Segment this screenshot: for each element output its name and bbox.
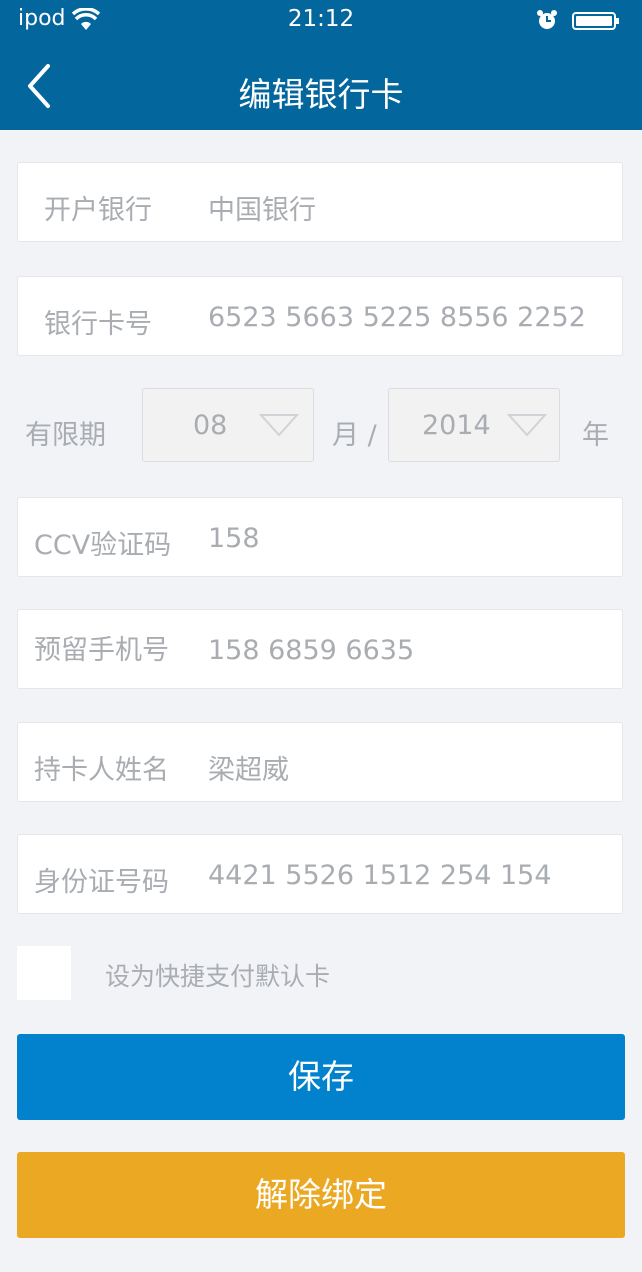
save-button[interactable]: 保存: [17, 1034, 625, 1120]
bank-field[interactable]: 开户银行 中国银行: [17, 162, 623, 242]
id-number-field[interactable]: 身份证号码 4421 5526 1512 254 154: [17, 834, 623, 914]
triangle-down-icon: [507, 414, 547, 437]
expiry-label: 有限期: [25, 420, 106, 451]
status-bar: ipod 21:12: [0, 0, 642, 44]
expiry-year-value: 2014: [422, 410, 491, 441]
holder-value: 梁超威: [208, 755, 289, 786]
triangle-down-icon: [259, 414, 299, 437]
ccv-value: 158: [208, 523, 260, 554]
default-card-label: 设为快捷支付默认卡: [105, 962, 331, 991]
holder-label: 持卡人姓名: [34, 755, 169, 786]
month-unit: 月 /: [332, 420, 377, 451]
card-number-label: 银行卡号: [44, 309, 152, 340]
id-number-value: 4421 5526 1512 254 154: [208, 860, 552, 891]
year-unit: 年: [582, 420, 609, 451]
card-number-field[interactable]: 银行卡号 6523 5663 5225 8556 2252: [17, 276, 623, 356]
header: ipod 21:12 编辑银行卡: [0, 0, 642, 130]
expiry-month-value: 08: [193, 410, 228, 441]
holder-field[interactable]: 持卡人姓名 梁超威: [17, 722, 623, 802]
expiry-year-select[interactable]: 2014: [388, 388, 560, 462]
expiry-month-select[interactable]: 08: [142, 388, 314, 462]
ccv-label: CCV验证码: [34, 530, 172, 561]
bank-label: 开户银行: [44, 195, 152, 226]
phone-field[interactable]: 预留手机号 158 6859 6635: [17, 609, 623, 689]
card-number-value: 6523 5663 5225 8556 2252: [208, 302, 586, 333]
alarm-icon: [537, 10, 557, 29]
default-card-checkbox[interactable]: [17, 946, 71, 1000]
unbind-button[interactable]: 解除绑定: [17, 1152, 625, 1238]
bank-value: 中国银行: [208, 195, 316, 226]
battery-icon: [572, 12, 619, 30]
phone-label: 预留手机号: [34, 635, 169, 666]
page-title: 编辑银行卡: [238, 75, 404, 114]
phone-value: 158 6859 6635: [208, 635, 415, 666]
ccv-field[interactable]: CCV验证码 158: [17, 497, 623, 577]
id-number-label: 身份证号码: [34, 867, 169, 898]
